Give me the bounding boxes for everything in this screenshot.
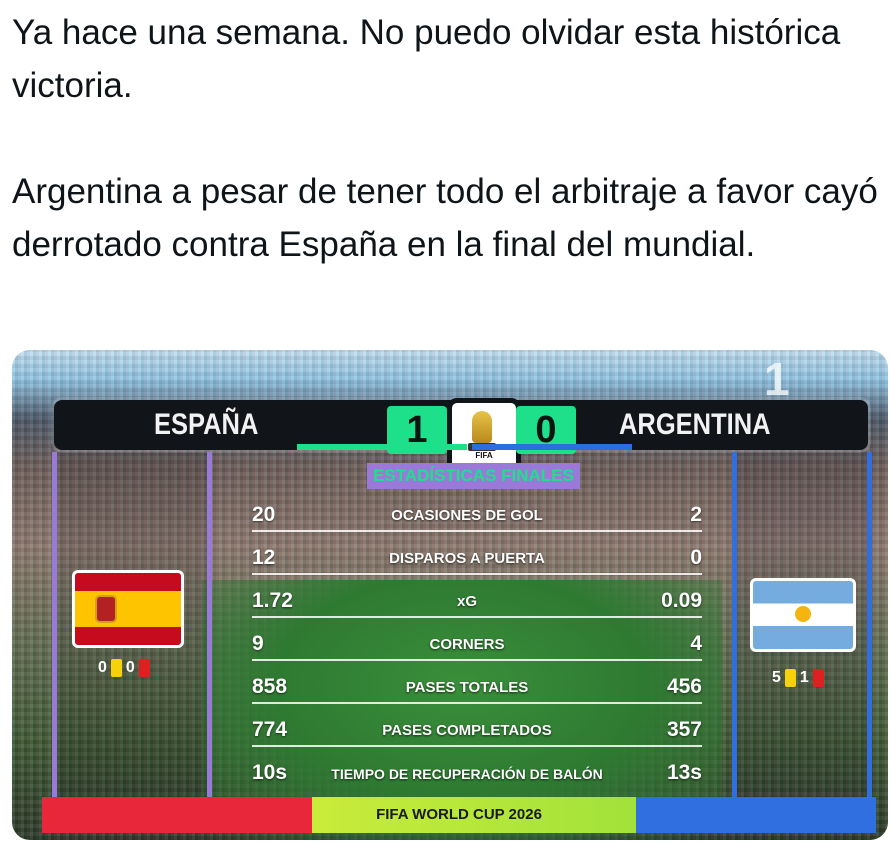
accent-bar-green [297,444,467,450]
trophy-label: FIFA [475,451,493,460]
stat-value-argentina: 357 [666,718,702,741]
stat-value-spain: 10s [252,761,288,784]
tweet-text: Ya hace una semana. No puedo olvidar est… [12,6,878,271]
stat-value-argentina: 0.09 [661,589,702,612]
stat-row: 9 CORNERS 4 [212,627,722,663]
scoreboard: ESPAÑA 1 FIFA 0 ARGENTINA [54,398,868,474]
red-card-icon [138,659,150,677]
stat-value-spain: 858 [252,675,288,698]
stat-divider [252,702,702,704]
yellow-card-count: 0 [98,659,107,676]
stat-divider [252,745,702,747]
stat-value-spain: 12 [252,546,276,569]
argentina-flag-icon [750,578,856,652]
tweet-paragraph: Ya hace una semana. No puedo olvidar est… [12,13,841,105]
stat-value-spain: 774 [252,718,288,741]
spain-cards: 0 0 [98,657,150,679]
stat-value-spain: 20 [252,503,276,526]
stat-label: DISPAROS A PUERTA [389,550,545,567]
yellow-card-count: 5 [772,669,781,686]
argentina-sun [795,606,811,622]
footer-label: FIFA WORLD CUP 2026 [376,806,542,823]
argentina-cards: 5 1 [772,667,824,689]
stat-row: 10s TIEMPO DE RECUPERACIÓN DE BALÓN 13s [212,756,722,792]
stat-divider [252,530,702,532]
corner-number: 1 [764,353,790,405]
stat-divider [252,616,702,618]
stat-label: TIEMPO DE RECUPERACIÓN DE BALÓN [331,766,603,782]
stat-value-argentina: 456 [666,675,702,698]
trophy-cup [472,411,492,443]
team-left-name: ESPAÑA [154,408,259,441]
spain-coat-of-arms [97,597,115,621]
stat-label: PASES TOTALES [405,679,529,696]
spain-flag-icon [72,570,184,648]
stat-label: CORNERS [429,636,505,653]
stat-row: 858 PASES TOTALES 456 [212,670,722,706]
yellow-card-icon [784,669,796,687]
stat-row: 1.72 xG 0.09 [212,584,722,620]
stat-divider [252,659,702,661]
stat-value-argentina: 4 [690,632,702,655]
yellow-card-icon [110,659,122,677]
red-card-icon [812,669,824,687]
stat-row: 774 PASES COMPLETADOS 357 [212,713,722,749]
stat-label: xG [456,593,477,610]
footer-bar: FIFA WORLD CUP 2026 [42,797,876,833]
stat-label: PASES COMPLETADOS [382,722,552,739]
stat-label: OCASIONES DE GOL [391,507,543,524]
team-right-name: ARGENTINA [619,408,771,441]
red-card-count: 0 [125,659,135,676]
red-card-count: 1 [799,669,809,686]
stat-row: 20 OCASIONES DE GOL 2 [212,498,722,534]
stat-value-spain: 1.72 [252,589,293,612]
stat-value-argentina: 0 [690,546,702,569]
tweet-image[interactable]: 1 ESPAÑA 1 FIFA 0 ARGENTINA 0 0 5 1 ESTA… [12,350,888,840]
accent-bar-blue [472,444,632,450]
stat-divider [252,573,702,575]
stat-value-spain: 9 [252,632,264,655]
stat-row: 12 DISPAROS A PUERTA 0 [212,541,722,577]
stat-value-argentina: 13s [666,761,702,784]
tweet-paragraph: Argentina a pesar de tener todo el arbit… [12,172,878,264]
stats-title: ESTADÍSTICAS FINALES [367,463,580,489]
stat-value-argentina: 2 [690,503,702,526]
